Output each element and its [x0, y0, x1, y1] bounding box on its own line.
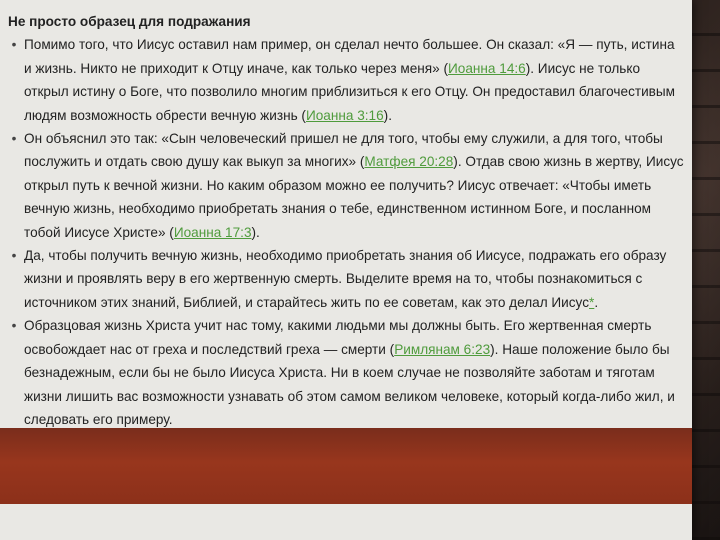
bullet-item: • Да, чтобы получить вечную жизнь, необхо… [8, 244, 684, 314]
scripture-link[interactable]: Иоанна 14:6 [448, 61, 526, 76]
slide-content: Не просто образец для подражания • Помимо… [8, 10, 684, 431]
bullet-list: • Помимо того, что Иисус оставил нам прим… [8, 33, 684, 431]
accent-band [0, 428, 692, 504]
bullet-item: • Помимо того, что Иисус оставил нам прим… [8, 33, 684, 127]
slide-title: Не просто образец для подражания [8, 14, 251, 29]
scripture-link[interactable]: Матфея 20:28 [364, 154, 453, 169]
bullet-dot-icon: • [11, 131, 17, 147]
scripture-link[interactable]: Иоанна 17:3 [174, 225, 252, 240]
bullet-item: • Он объяснил это так: «Сын человеческий … [8, 127, 684, 244]
bullet-text: ). [383, 107, 392, 123]
bullet-text: ). [251, 224, 260, 240]
bullet-text: . [594, 294, 599, 310]
scripture-link[interactable]: Иоанна 3:16 [306, 108, 384, 123]
scripture-link[interactable]: Римлянам 6:23 [394, 342, 490, 357]
bullet-item: • Образцовая жизнь Христа учит нас тому, … [8, 314, 684, 431]
bullet-dot-icon: • [11, 318, 17, 334]
bottom-strip [0, 504, 692, 540]
bullet-dot-icon: • [11, 248, 17, 264]
bullet-dot-icon: • [11, 37, 17, 53]
bullet-text: Да, чтобы получить вечную жизнь, необход… [24, 248, 667, 310]
